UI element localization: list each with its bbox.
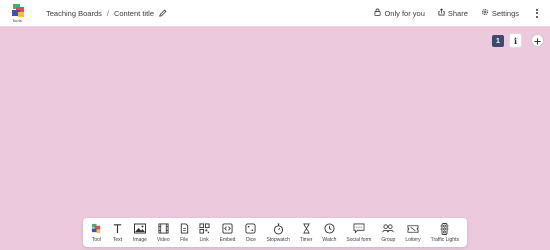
tool-social-form[interactable]: Social form	[346, 218, 371, 247]
share-icon	[438, 8, 445, 18]
visibility-button[interactable]: Only for you	[374, 8, 425, 18]
share-label: Share	[447, 8, 468, 18]
tool-lottery[interactable]: Lottery	[405, 218, 421, 247]
embed-icon	[222, 223, 233, 235]
tool-label: Image	[133, 236, 147, 243]
content-title[interactable]: Content title	[114, 9, 154, 18]
group-icon	[382, 223, 394, 235]
tool-label: Stopwatch	[266, 236, 290, 243]
dice-icon	[245, 223, 256, 235]
tool-label: Tool	[91, 236, 102, 243]
tool-embed[interactable]: Embed	[219, 218, 236, 247]
text-icon	[112, 223, 123, 235]
tool-group[interactable]: Group	[381, 218, 395, 247]
tool-watch[interactable]: Watch	[322, 218, 336, 247]
settings-label: Settings	[491, 8, 519, 18]
tool-link[interactable]: Link	[199, 218, 210, 247]
top-bar: Tools Teaching Boards / Content title On…	[0, 0, 550, 27]
settings-button[interactable]: Settings	[481, 8, 519, 18]
stopwatch-icon	[273, 223, 284, 235]
clock-icon	[324, 223, 335, 235]
video-icon	[158, 223, 169, 235]
tool-label: Lottery	[405, 236, 421, 243]
breadcrumb: Teaching Boards / Content title	[46, 9, 167, 18]
breadcrumb-separator: /	[106, 8, 109, 18]
more-menu-icon[interactable]	[532, 8, 542, 18]
lock-icon	[374, 8, 381, 18]
tool-label: Watch	[322, 236, 337, 243]
tool-tool[interactable]: Tool	[91, 218, 102, 247]
tool-label: Dice	[245, 236, 256, 243]
hourglass-icon	[302, 223, 311, 235]
tool-icon	[91, 223, 102, 235]
breadcrumb-root[interactable]: Teaching Boards	[46, 9, 102, 18]
page-number-badge[interactable]: 1	[492, 35, 504, 47]
link-qr-icon	[199, 223, 210, 235]
image-icon	[133, 223, 146, 235]
tool-label: Group	[381, 236, 396, 243]
tool-traffic-lights[interactable]: Traffic Lights	[431, 218, 459, 247]
gear-icon	[481, 8, 489, 18]
add-page-button[interactable]	[531, 34, 544, 47]
tool-timer[interactable]: Timer	[299, 218, 313, 247]
tool-image[interactable]: Image	[133, 218, 147, 247]
visibility-label: Only for you	[384, 8, 425, 18]
tool-label: Link	[199, 236, 209, 243]
logo-text: Tools	[12, 17, 22, 23]
tool-label: File	[180, 236, 189, 243]
file-icon	[180, 223, 189, 235]
tool-label: Social form	[346, 236, 372, 243]
tool-dice[interactable]: Dice	[245, 218, 256, 247]
chat-icon	[353, 223, 365, 235]
tool-label: Timer	[299, 236, 313, 243]
tool-stopwatch[interactable]: Stopwatch	[266, 218, 290, 247]
plus-icon	[534, 32, 541, 50]
tool-label: Embed	[219, 236, 236, 243]
ticket-icon	[407, 223, 419, 235]
tool-text[interactable]: Text	[112, 218, 123, 247]
tool-video[interactable]: Video	[157, 218, 170, 247]
tool-label: Traffic Lights	[430, 236, 459, 243]
share-button[interactable]: Share	[438, 8, 468, 18]
edit-pencil-icon[interactable]	[159, 9, 167, 17]
tool-label: Text	[112, 236, 123, 243]
tools-logo[interactable]: Tools	[11, 3, 28, 24]
tool-file[interactable]: File	[180, 218, 189, 247]
tool-label: Video	[156, 236, 170, 243]
bottom-toolbar: Tool Text Image Video File Link Embed Di…	[83, 218, 467, 247]
info-button[interactable]: i	[509, 33, 522, 48]
traffic-lights-icon	[440, 222, 449, 235]
